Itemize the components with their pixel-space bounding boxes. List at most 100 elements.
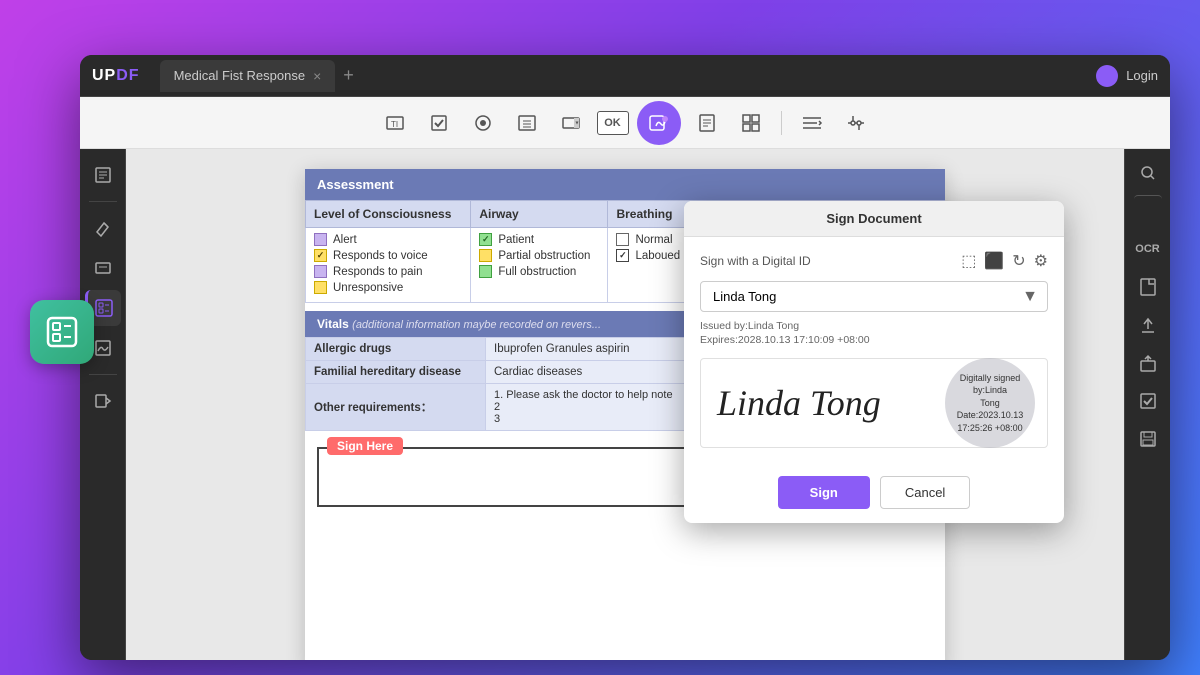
breathing-cell: Normal Laboued bbox=[608, 228, 695, 303]
app-window: UPDF Medical Fist Response × + Login TI bbox=[80, 55, 1170, 660]
partial-obs-item: Partial obstruction bbox=[479, 249, 599, 262]
modal-icon-shrink[interactable]: ⬛ bbox=[984, 251, 1004, 271]
right-share-icon[interactable] bbox=[1132, 347, 1164, 379]
responds-voice-checkbox[interactable] bbox=[314, 249, 327, 262]
normal-item: Normal bbox=[616, 233, 686, 246]
sidebar-divider-1 bbox=[89, 201, 117, 202]
responds-voice-item: Responds to voice bbox=[314, 249, 462, 262]
right-upload-icon[interactable] bbox=[1132, 309, 1164, 341]
combo-btn[interactable] bbox=[553, 105, 589, 141]
id-select-wrapper: Linda Tong ▼ bbox=[700, 281, 1048, 312]
app-logo: UPDF bbox=[92, 67, 140, 85]
grid-view-btn[interactable] bbox=[733, 105, 769, 141]
normal-checkbox[interactable] bbox=[616, 233, 629, 246]
modal-subheader: Sign with a Digital ID ⬚ ⬛ ↻ ⚙ bbox=[700, 251, 1048, 271]
tab-close-btn[interactable]: × bbox=[313, 68, 321, 84]
signature-text: Linda Tong bbox=[717, 382, 881, 424]
tab-title: Medical Fist Response bbox=[174, 68, 306, 83]
sidebar-edit-icon[interactable] bbox=[85, 210, 121, 246]
other-label: Other requirements： bbox=[306, 384, 486, 431]
sign-document-modal: Sign Document Sign with a Digital ID ⬚ ⬛… bbox=[684, 201, 1064, 523]
normal-label: Normal bbox=[635, 234, 672, 246]
cancel-button[interactable]: Cancel bbox=[880, 476, 970, 509]
list-btn[interactable] bbox=[509, 105, 545, 141]
responds-pain-label: Responds to pain bbox=[333, 266, 423, 278]
right-divider bbox=[1134, 195, 1162, 227]
vitals-title: Vitals bbox=[317, 317, 349, 331]
patient-checkbox[interactable] bbox=[479, 233, 492, 246]
col-airway: Airway bbox=[471, 201, 608, 228]
modal-title: Sign Document bbox=[684, 201, 1064, 237]
right-ocr-icon[interactable]: OCR bbox=[1132, 233, 1164, 265]
content-area: Assessment Level of Consciousness Airway… bbox=[126, 149, 1124, 660]
stamp-text: Digitally signed by:LindaTongDate:2023.1… bbox=[945, 372, 1035, 435]
responds-pain-checkbox[interactable] bbox=[314, 265, 327, 278]
floating-form-icon bbox=[30, 300, 94, 364]
right-save-icon[interactable] bbox=[1132, 423, 1164, 455]
sidebar-pages-icon[interactable] bbox=[85, 157, 121, 193]
sign-field-btn[interactable] bbox=[637, 101, 681, 145]
partial-obs-label: Partial obstruction bbox=[498, 250, 590, 262]
vitals-subtitle: (additional information maybe recorded o… bbox=[352, 319, 601, 331]
user-avatar bbox=[1096, 65, 1118, 87]
hereditary-label: Familial hereditary disease bbox=[306, 361, 486, 384]
modal-icon-refresh[interactable]: ↻ bbox=[1012, 251, 1025, 271]
unresponsive-item: Unresponsive bbox=[314, 281, 462, 294]
modal-icon-expand[interactable]: ⬚ bbox=[961, 251, 976, 271]
doc-text-btn[interactable] bbox=[689, 105, 725, 141]
sidebar-divider-2 bbox=[89, 374, 117, 375]
col-consciousness: Level of Consciousness bbox=[306, 201, 471, 228]
svg-text:TI: TI bbox=[391, 120, 398, 129]
modal-icon-settings[interactable]: ⚙ bbox=[1034, 251, 1048, 271]
unresponsive-checkbox[interactable] bbox=[314, 281, 327, 294]
sign-button[interactable]: Sign bbox=[778, 476, 870, 509]
digital-stamp: Digitally signed by:LindaTongDate:2023.1… bbox=[945, 358, 1035, 448]
document-tab[interactable]: Medical Fist Response × bbox=[160, 60, 336, 92]
assessment-header: Assessment bbox=[305, 169, 945, 200]
right-check-icon[interactable] bbox=[1132, 385, 1164, 417]
partial-obs-checkbox[interactable] bbox=[479, 249, 492, 262]
right-file-icon[interactable] bbox=[1132, 271, 1164, 303]
sign-here-label: Sign Here bbox=[327, 437, 403, 455]
full-obs-label: Full obstruction bbox=[498, 266, 576, 278]
alert-item: Alert bbox=[314, 233, 462, 246]
laboured-checkbox[interactable] bbox=[616, 249, 629, 262]
sidebar-annotate-icon[interactable] bbox=[85, 250, 121, 286]
tools-btn[interactable] bbox=[838, 105, 874, 141]
laboured-label: Laboued bbox=[635, 250, 680, 262]
checkbox-btn[interactable] bbox=[421, 105, 457, 141]
ok-btn[interactable]: OK bbox=[597, 111, 629, 135]
patient-item: Patient bbox=[479, 233, 599, 246]
left-sidebar bbox=[80, 149, 126, 660]
digital-id-select[interactable]: Linda Tong bbox=[700, 281, 1048, 312]
title-bar: UPDF Medical Fist Response × + Login bbox=[80, 55, 1170, 97]
alert-checkbox[interactable] bbox=[314, 233, 327, 246]
login-label[interactable]: Login bbox=[1126, 68, 1158, 83]
text-field-btn[interactable]: TI bbox=[377, 105, 413, 141]
unresponsive-label: Unresponsive bbox=[333, 282, 403, 294]
modal-body: Sign with a Digital ID ⬚ ⬛ ↻ ⚙ Linda Ton… bbox=[684, 237, 1064, 476]
new-tab-btn[interactable]: + bbox=[343, 65, 354, 86]
consciousness-cell: Alert Responds to voice Responds to pain bbox=[306, 228, 471, 303]
right-search-icon[interactable] bbox=[1132, 157, 1164, 189]
title-bar-right: Login bbox=[1096, 65, 1158, 87]
right-sidebar: OCR bbox=[1124, 149, 1170, 660]
allergic-label: Allergic drugs bbox=[306, 338, 486, 361]
toolbar: TI bbox=[80, 97, 1170, 149]
col-breathing: Breathing bbox=[608, 201, 695, 228]
radio-btn[interactable] bbox=[465, 105, 501, 141]
expires-info: Expires:2028.10.13 17:10:09 +08:00 bbox=[700, 334, 1048, 346]
main-layout: Assessment Level of Consciousness Airway… bbox=[80, 149, 1170, 660]
signature-preview: Linda Tong Digitally signed by:LindaTong… bbox=[700, 358, 1048, 448]
digital-id-label: Sign with a Digital ID bbox=[700, 254, 811, 268]
alert-label: Alert bbox=[333, 234, 357, 246]
full-obs-checkbox[interactable] bbox=[479, 265, 492, 278]
modal-icon-row: ⬚ ⬛ ↻ ⚙ bbox=[961, 251, 1048, 271]
laboured-item: Laboued bbox=[616, 249, 686, 262]
sidebar-convert-icon[interactable] bbox=[85, 383, 121, 419]
airway-cell: Patient Partial obstruction Full obstruc… bbox=[471, 228, 608, 303]
full-obs-item: Full obstruction bbox=[479, 265, 599, 278]
align-btn[interactable] bbox=[794, 105, 830, 141]
modal-footer: Sign Cancel bbox=[684, 476, 1064, 523]
responds-voice-label: Responds to voice bbox=[333, 250, 428, 262]
